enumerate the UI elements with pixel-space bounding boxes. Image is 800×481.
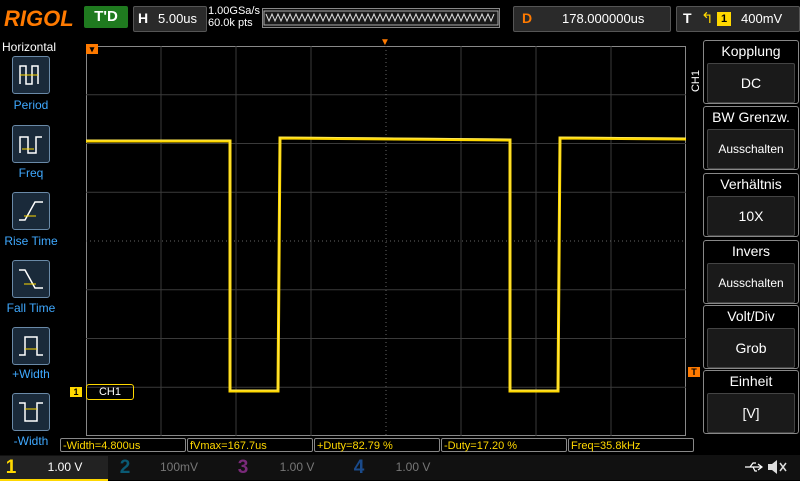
speaker-icon[interactable] xyxy=(766,458,788,476)
usb-icon xyxy=(745,462,763,472)
time-origin-marker: ▾ xyxy=(86,44,98,54)
bw-limit-menu-item[interactable]: BW Grenzw. Ausschalten xyxy=(703,106,799,170)
sample-info: 1.00GSa/s 60.0k pts xyxy=(208,5,260,29)
unit-menu-item[interactable]: Einheit [V] xyxy=(703,370,799,434)
probe-ratio-menu-item[interactable]: Verhältnis 10X xyxy=(703,173,799,237)
probe-ratio-title: Verhältnis xyxy=(720,176,782,192)
channel-3-tab[interactable]: 3 1.00 V xyxy=(232,456,340,479)
negative-width-icon xyxy=(19,402,43,422)
trigger-level: 400mV xyxy=(741,11,783,26)
measurement-tvmax[interactable]: fVmax=167.7us xyxy=(187,438,313,452)
channel-2-number: 2 xyxy=(119,457,131,478)
horizontal-timebase-display[interactable]: H 5.00us xyxy=(133,6,207,32)
channel-1-number: 1 xyxy=(5,457,17,478)
frequency-icon xyxy=(19,136,42,154)
invert-title: Invers xyxy=(731,243,771,259)
freq-label: Freq xyxy=(18,166,44,180)
channel-4-number: 4 xyxy=(353,457,365,478)
channel-1-tab[interactable]: 1 1.00 V xyxy=(0,456,108,481)
positive-width-label: +Width xyxy=(12,367,50,381)
invert-value: Ausschalten xyxy=(707,263,795,303)
fall-time-label: Fall Time xyxy=(6,301,56,315)
channel-1-scale: 1.00 V xyxy=(47,460,83,474)
bw-limit-title: BW Grenzw. xyxy=(712,109,790,125)
volt-div-menu-item[interactable]: Volt/Div Grob xyxy=(703,305,799,369)
trigger-key: T xyxy=(683,10,692,26)
fall-time-button[interactable] xyxy=(12,260,50,298)
measurement-bar: -Width=4.800us fVmax=167.7us +Duty=82.79… xyxy=(60,438,700,454)
waveform-display[interactable] xyxy=(86,46,686,436)
negative-width-button[interactable] xyxy=(12,393,50,431)
period-icon xyxy=(19,65,39,85)
channel-4-tab[interactable]: 4 1.00 V xyxy=(348,456,456,479)
memory-overview-bar[interactable] xyxy=(262,8,500,28)
delay-value: 178.000000us xyxy=(562,11,645,26)
rise-time-label: Rise Time xyxy=(4,234,58,248)
rigol-logo: RIGOL xyxy=(4,6,74,31)
probe-ratio-value: 10X xyxy=(707,196,795,236)
trigger-level-marker[interactable]: T xyxy=(688,367,700,377)
positive-width-button[interactable] xyxy=(12,327,50,365)
delay-key: D xyxy=(522,10,533,26)
measurement-neg-duty[interactable]: -Duty=17.20 % xyxy=(441,438,567,452)
delay-display[interactable]: D 178.000000us xyxy=(513,6,671,32)
measurement-freq[interactable]: Freq=35.8kHz xyxy=(568,438,694,452)
bw-limit-value: Ausschalten xyxy=(707,129,795,169)
coupling-menu-item[interactable]: Kopplung DC xyxy=(703,40,799,104)
trigger-source-badge: 1 xyxy=(717,12,731,26)
right-menu-channel-tag: CH1 xyxy=(690,70,702,93)
positive-width-icon xyxy=(19,336,43,356)
rise-time-button[interactable] xyxy=(12,192,50,230)
negative-width-label: -Width xyxy=(13,434,49,448)
measurement-neg-width[interactable]: -Width=4.800us xyxy=(60,438,186,452)
channel-2-tab[interactable]: 2 100mV xyxy=(114,456,222,479)
volt-div-value: Grob xyxy=(707,328,795,368)
unit-title: Einheit xyxy=(729,373,773,389)
sample-rate: 1.00GSa/s xyxy=(208,5,260,17)
invert-menu-item[interactable]: Invers Ausschalten xyxy=(703,240,799,304)
rise-time-icon xyxy=(19,201,43,221)
channel-3-scale: 1.00 V xyxy=(279,460,315,474)
trigger-status-badge: T'D xyxy=(84,6,128,28)
left-menu-title: Horizontal xyxy=(2,40,57,54)
channel-4-scale: 1.00 V xyxy=(395,460,431,474)
ch1-trace-label: CH1 xyxy=(86,384,134,400)
period-button[interactable] xyxy=(12,56,50,94)
measurement-pos-duty[interactable]: +Duty=82.79 % xyxy=(314,438,440,452)
channel-3-number: 3 xyxy=(237,457,249,478)
freq-button[interactable] xyxy=(12,125,50,163)
timebase-value: 5.00us xyxy=(158,11,198,26)
volt-div-title: Volt/Div xyxy=(727,308,775,324)
coupling-title: Kopplung xyxy=(721,43,781,59)
trigger-position-marker[interactable]: ▼ xyxy=(380,38,390,48)
horizontal-key: H xyxy=(138,10,149,26)
ch1-ground-marker[interactable]: 1 xyxy=(70,387,82,397)
period-label: Period xyxy=(13,98,49,112)
fall-time-icon xyxy=(19,269,43,289)
rising-edge-icon: ↰ xyxy=(701,10,714,27)
memory-depth: 60.0k pts xyxy=(208,17,253,29)
unit-value: [V] xyxy=(707,393,795,433)
trigger-display[interactable]: T ↰ 1 400mV xyxy=(676,6,800,32)
coupling-value: DC xyxy=(707,63,795,103)
channel-2-scale: 100mV xyxy=(159,460,199,474)
